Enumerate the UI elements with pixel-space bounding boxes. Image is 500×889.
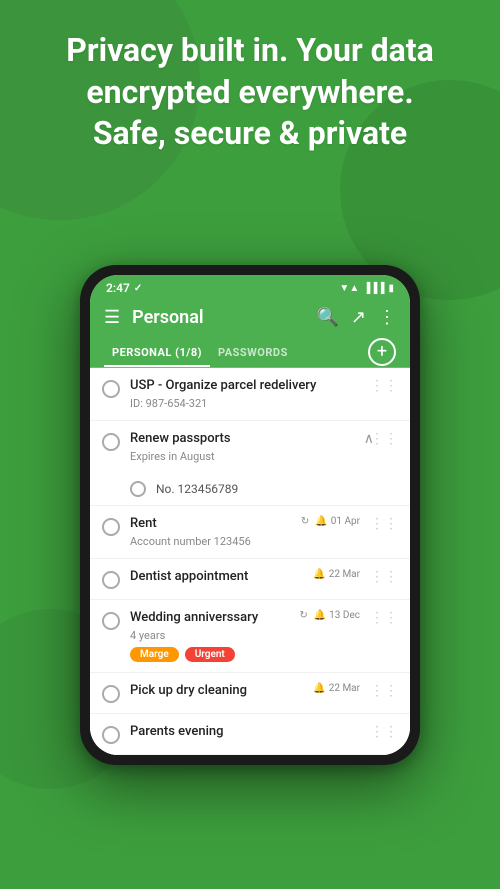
- task-meta: 🔔 22 Mar: [313, 683, 360, 694]
- sub-task-item: No. 123456789: [90, 473, 410, 506]
- task-content: Dentist appointment: [130, 569, 303, 586]
- task-meta: ↻ 🔔 01 Apr: [301, 516, 360, 527]
- battery-icon: ▮: [388, 283, 394, 294]
- task-item: USP - Organize parcel redelivery ID: 987…: [90, 368, 410, 421]
- drag-handle[interactable]: ⋮⋮: [370, 683, 398, 699]
- tab-passwords[interactable]: PASSWORDS: [210, 336, 296, 367]
- more-icon[interactable]: ⋮: [378, 307, 396, 328]
- add-list-button[interactable]: +: [368, 338, 396, 366]
- drag-handle[interactable]: ⋮⋮: [370, 610, 398, 626]
- task-date: 🔔 22 Mar: [313, 569, 360, 580]
- task-content: Wedding anniverssary 4 years Marge Urgen…: [130, 610, 289, 662]
- task-checkbox[interactable]: [102, 726, 120, 744]
- signal-icon: ▐▐▐: [363, 283, 384, 294]
- drag-handle[interactable]: ⋮⋮: [370, 431, 398, 447]
- tabs-bar: PERSONAL (1/8) PASSWORDS +: [90, 336, 410, 368]
- task-subtitle: ID: 987-654-321: [130, 397, 360, 410]
- task-content: Rent Account number 123456: [130, 516, 291, 548]
- hero-section: Privacy built in. Your data encrypted ev…: [0, 30, 500, 155]
- drag-handle[interactable]: ⋮⋮: [370, 724, 398, 740]
- task-title: USP - Organize parcel redelivery: [130, 378, 360, 395]
- drag-handle[interactable]: ⋮⋮: [370, 516, 398, 532]
- task-content: Pick up dry cleaning: [130, 683, 303, 700]
- task-item: Wedding anniverssary 4 years Marge Urgen…: [90, 600, 410, 673]
- phone-mockup: 2:47 ✓ ▼▲ ▐▐▐ ▮ ☰ Personal 🔍 ↗ ⋮ PERSONA: [80, 265, 420, 765]
- task-content: USP - Organize parcel redelivery ID: 987…: [130, 378, 360, 410]
- tag-urgent[interactable]: Urgent: [185, 647, 235, 662]
- task-title: Wedding anniverssary: [130, 610, 289, 627]
- app-title: Personal: [132, 307, 304, 328]
- task-meta: ↻ 🔔 13 Dec: [299, 610, 360, 621]
- task-checkbox[interactable]: [102, 380, 120, 398]
- menu-icon[interactable]: ☰: [104, 307, 120, 328]
- task-title: Renew passports: [130, 431, 360, 448]
- status-bar: 2:47 ✓ ▼▲ ▐▐▐ ▮: [90, 275, 410, 299]
- sub-task-title: No. 123456789: [156, 482, 398, 496]
- task-content: Renew passports Expires in August: [130, 431, 360, 463]
- task-title: Dentist appointment: [130, 569, 303, 586]
- task-date: 🔔 22 Mar: [313, 683, 360, 694]
- task-title: Pick up dry cleaning: [130, 683, 303, 700]
- task-subtitle: 4 years: [130, 629, 289, 642]
- drag-handle[interactable]: ⋮⋮: [370, 378, 398, 394]
- task-title: Rent: [130, 516, 291, 533]
- alarm-icon: 🔔: [313, 569, 325, 580]
- collapse-button[interactable]: ∧: [364, 431, 374, 447]
- task-content: Parents evening: [130, 724, 360, 741]
- task-list: USP - Organize parcel redelivery ID: 987…: [90, 368, 410, 755]
- repeat-icon: ↻: [301, 516, 309, 527]
- task-title: Parents evening: [130, 724, 360, 741]
- task-date: 🔔 13 Dec: [314, 610, 360, 621]
- task-item: Renew passports Expires in August ∧ ⋮⋮: [90, 421, 410, 473]
- repeat-icon: ↻: [299, 610, 307, 621]
- share-icon[interactable]: ↗: [351, 307, 366, 328]
- task-checkbox[interactable]: [102, 571, 120, 589]
- task-item: Parents evening ⋮⋮: [90, 714, 410, 755]
- status-icons: ▼▲ ▐▐▐ ▮: [339, 283, 394, 294]
- sub-task-checkbox[interactable]: [130, 481, 146, 497]
- task-item: Pick up dry cleaning 🔔 22 Mar ⋮⋮: [90, 673, 410, 714]
- task-date: 🔔 01 Apr: [315, 516, 360, 527]
- search-icon[interactable]: 🔍: [316, 307, 338, 328]
- task-checkbox[interactable]: [102, 612, 120, 630]
- phone-outer-shell: 2:47 ✓ ▼▲ ▐▐▐ ▮ ☰ Personal 🔍 ↗ ⋮ PERSONA: [80, 265, 420, 765]
- drag-handle[interactable]: ⋮⋮: [370, 569, 398, 585]
- task-meta: 🔔 22 Mar: [313, 569, 360, 580]
- wifi-icon: ▼▲: [339, 283, 359, 294]
- task-checkbox[interactable]: [102, 518, 120, 536]
- alarm-icon: 🔔: [313, 683, 325, 694]
- alarm-icon: 🔔: [314, 610, 326, 621]
- status-time: 2:47 ✓: [106, 281, 142, 295]
- alarm-icon: 🔔: [315, 516, 327, 527]
- phone-screen: 2:47 ✓ ▼▲ ▐▐▐ ▮ ☰ Personal 🔍 ↗ ⋮ PERSONA: [90, 275, 410, 755]
- task-subtitle: Expires in August: [130, 450, 360, 463]
- tag-marge[interactable]: Marge: [130, 647, 179, 662]
- task-checkbox[interactable]: [102, 433, 120, 451]
- app-bar: ☰ Personal 🔍 ↗ ⋮: [90, 299, 410, 336]
- task-checkbox[interactable]: [102, 685, 120, 703]
- hero-title: Privacy built in. Your data encrypted ev…: [20, 30, 480, 155]
- task-item: Rent Account number 123456 ↻ 🔔 01 Apr ⋮⋮: [90, 506, 410, 559]
- task-item: Dentist appointment 🔔 22 Mar ⋮⋮: [90, 559, 410, 600]
- task-subtitle: Account number 123456: [130, 535, 291, 548]
- tab-personal[interactable]: PERSONAL (1/8): [104, 336, 210, 367]
- task-tags: Marge Urgent: [130, 647, 289, 662]
